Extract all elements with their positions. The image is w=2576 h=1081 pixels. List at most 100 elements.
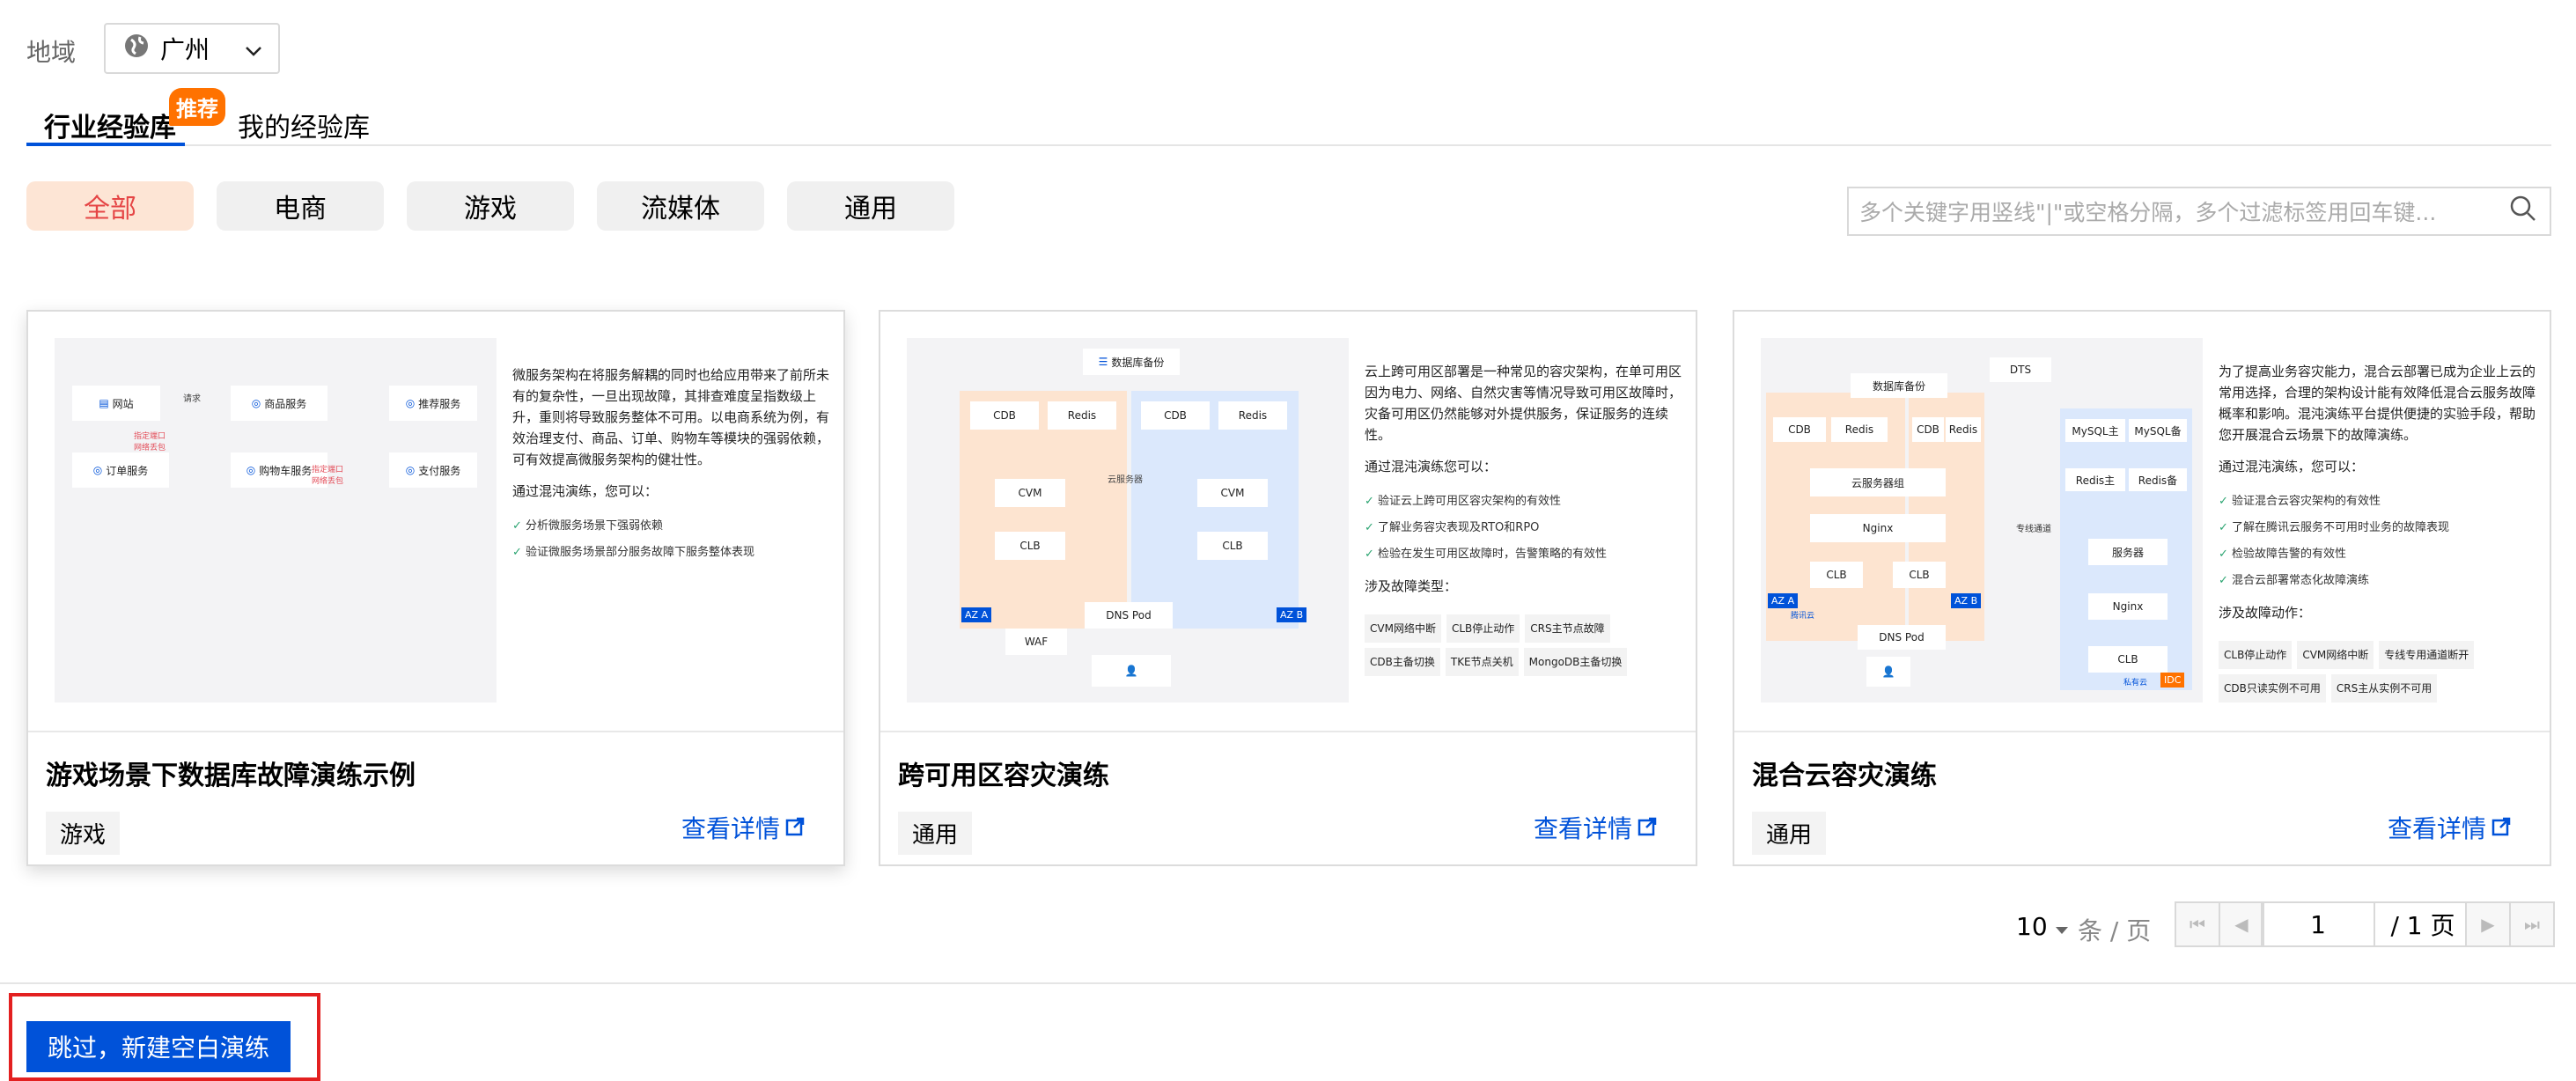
website-icon: ▤ [99, 397, 109, 409]
card-bullet: 验证云上跨可用区容灾架构的有效性 [1365, 491, 1682, 512]
footer-divider [0, 982, 2576, 984]
node-label: 云服务器组 [1851, 476, 1904, 489]
page-size-select[interactable]: 10 [2016, 912, 2069, 941]
view-details-link[interactable]: 查看详情 [681, 810, 805, 845]
db-backup-node: 数据库备份 [1851, 373, 1947, 398]
az-prefix: AZ [1280, 609, 1294, 621]
faults-label: 涉及故障动作： [2219, 605, 2312, 621]
cvm-a-node: CVM [995, 479, 1065, 507]
node-label: Redis备 [2138, 474, 2178, 487]
view-details-link[interactable]: 查看详情 [2388, 810, 2511, 845]
node-label: CLB [1909, 569, 1930, 581]
page-total: / 1 页 [2375, 901, 2472, 947]
node-payment-service: ◎ 支付服务 [389, 452, 477, 488]
dts-node: DTS [1990, 357, 2051, 382]
az-a-badge: AZ A [961, 607, 992, 622]
az-prefix: AZ [1771, 595, 1785, 607]
next-page-button[interactable]: ▶ [2465, 901, 2511, 947]
filter-general[interactable]: 通用 [787, 181, 954, 231]
node-label: CVM [1018, 487, 1042, 499]
edge-label: 请求 [183, 394, 201, 404]
page-number-input[interactable]: 1 [2261, 901, 2375, 947]
filter-streaming[interactable]: 流媒体 [597, 181, 764, 231]
region-select[interactable]: 广州 [104, 23, 280, 74]
view-details-link[interactable]: 查看详情 [1534, 810, 1657, 845]
last-page-icon: ⏭ [2524, 914, 2540, 935]
fault-chip: CLB停止动作 [1446, 614, 1520, 643]
fault-chip: CVM网络中断 [1365, 614, 1441, 643]
az-b-badge: AZ B [1277, 607, 1307, 622]
card-desc-subtitle: 通过混沌演练，您可以： [2219, 459, 2365, 474]
region-label: 地域 [26, 38, 77, 67]
redis-a-node: Redis [1048, 401, 1116, 430]
node-label: 网站 [112, 397, 134, 410]
user-icon: 👤 [1124, 665, 1138, 677]
node-label: 支付服务 [418, 464, 461, 477]
first-page-button[interactable]: ⏮ [2175, 901, 2220, 947]
clb-node-b: CLB [1893, 562, 1946, 588]
mysql-main-node: MySQL主 [2065, 419, 2125, 442]
fault-chip: CVM网络中断 [2297, 641, 2374, 669]
node-label: CLB [1826, 569, 1847, 581]
search-icon[interactable] [2509, 195, 2537, 228]
card-desc-subtitle: 通过混沌演练您可以： [1365, 459, 1498, 474]
idc-badge: IDC [2160, 673, 2185, 688]
node-label: DTS [2009, 364, 2032, 376]
filter-all[interactable]: 全部 [26, 181, 194, 231]
card-hybrid-cloud-drill[interactable]: 数据库备份 DTS CDB Redis CDB Redis 云服务器组 Ngin… [1733, 310, 2551, 866]
region-value: 广州 [160, 35, 210, 64]
redis-node: Redis [1831, 417, 1888, 442]
redis-backup-node: Redis备 [2129, 468, 2187, 491]
last-page-button[interactable]: ⏭ [2509, 901, 2555, 947]
card-divider [28, 731, 843, 732]
cdb-a-node: CDB [970, 401, 1039, 430]
prev-page-icon: ◀ [2234, 914, 2248, 935]
node-label: 推荐服务 [418, 397, 461, 410]
dedicated-line-label: 专线通道 [2016, 525, 2051, 534]
node-label: CLB [1019, 540, 1041, 552]
external-link-icon [1638, 813, 1657, 842]
card-bullet: 混合云部署常态化故障演练 [2219, 570, 2536, 592]
node-label: Redis [1948, 423, 1978, 436]
node-label: 数据库备份 [1111, 356, 1165, 369]
fault-marker-1: 指定端口 网络丢包 [134, 432, 166, 452]
node-label: WAF [1024, 636, 1049, 648]
globe-icon [123, 33, 150, 65]
node-label: CVM [1220, 487, 1245, 499]
filter-ecommerce[interactable]: 电商 [217, 181, 384, 231]
card-game-db-drill[interactable]: ▤ 网站 ◎ 商品服务 ◎ 推荐服务 ◎ 订单服务 ◎ 购物车服务 ◎ 支付服务 请求 指定… [26, 310, 845, 866]
tab-my-library[interactable]: 我的经验库 [238, 106, 370, 144]
dns-pod-node: DNS Pod [1085, 602, 1173, 629]
service-icon: ◎ [405, 464, 416, 476]
node-label: 订单服务 [106, 464, 149, 477]
az-a-badge: AZ A [1768, 593, 1799, 608]
cloud-server-label: 云服务器 [1108, 475, 1143, 485]
prev-page-button[interactable]: ◀ [2219, 901, 2264, 947]
tab-industry-library[interactable]: 行业经验库 [44, 106, 176, 144]
node-label: Redis [1238, 409, 1268, 422]
node-label: 服务器 [2111, 546, 2144, 559]
card-description: 微服务架构在将服务解耦的同时也给应用带来了前所未有的复杂性，一旦出现故障，其排查… [512, 364, 829, 569]
node-website: ▤ 网站 [72, 386, 160, 421]
database-icon: ☰ [1098, 356, 1108, 368]
fault-chip: CDB只读实例不可用 [2219, 674, 2326, 702]
service-icon: ◎ [92, 464, 103, 476]
clb-node-a: CLB [1810, 562, 1863, 588]
mysql-backup-node: MySQL备 [2129, 419, 2187, 442]
node-label: MySQL备 [2134, 424, 2182, 438]
card-bullet: 验证微服务场景部分服务故障下服务整体表现 [512, 542, 829, 563]
node-label: CDB [1164, 409, 1187, 422]
search-input[interactable]: 多个关键字用竖线"|"或空格分隔，多个过滤标签用回车键... [1847, 187, 2551, 236]
card-title: 游戏场景下数据库故障演练示例 [46, 761, 416, 791]
view-details-label: 查看详情 [2387, 814, 2486, 843]
recommend-badge: 推荐 [169, 88, 225, 126]
node-label: 购物车服务 [259, 464, 313, 477]
card-desc-text: 云上跨可用区部署是一种常见的容灾架构，在单可用区因为电力、网络、自然灾害等情况导… [1365, 364, 1682, 443]
card-cross-az-drill[interactable]: ☰ 数据库备份 CDB Redis CDB Redis CVM CVM 云服务器 … [879, 310, 1697, 866]
first-page-icon: ⏮ [2190, 914, 2205, 935]
az-prefix: AZ [1954, 595, 1969, 607]
skip-create-blank-button[interactable]: 跳过，新建空白演练 [26, 1021, 291, 1072]
fault-chip: MongoDB主备切换 [1523, 648, 1628, 676]
filter-game[interactable]: 游戏 [407, 181, 574, 231]
fault-chip: CDB主备切换 [1365, 648, 1440, 676]
